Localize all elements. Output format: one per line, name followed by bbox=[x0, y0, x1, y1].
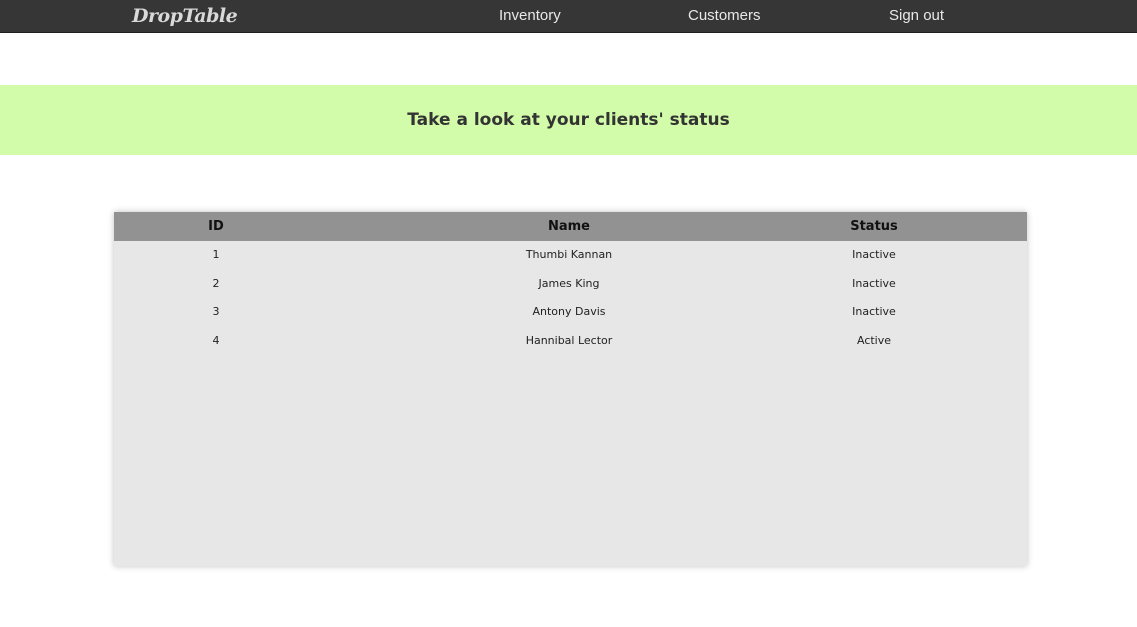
table-row: 2 James King Inactive bbox=[114, 270, 1027, 298]
clients-table: ID Name Status 1 Thumbi Kannan Inactive … bbox=[114, 212, 1027, 566]
cell-id: 4 bbox=[212, 334, 220, 347]
table-row: 4 Hannibal Lector Active bbox=[114, 327, 1027, 355]
page-title: Take a look at your clients' status bbox=[407, 110, 730, 130]
brand-logo[interactable]: DropTable bbox=[132, 5, 238, 27]
cell-name: Hannibal Lector bbox=[525, 334, 613, 347]
nav-link-inventory[interactable]: Inventory bbox=[499, 7, 561, 25]
status-banner: Take a look at your clients' status bbox=[0, 85, 1137, 155]
cell-status: Inactive bbox=[852, 248, 896, 261]
cell-id: 1 bbox=[212, 248, 220, 261]
navbar: DropTable Inventory Customers Sign out bbox=[0, 0, 1137, 33]
column-header-id: ID bbox=[208, 219, 224, 234]
cell-id: 3 bbox=[212, 305, 220, 318]
column-header-name: Name bbox=[547, 219, 590, 234]
table-header: ID Name Status bbox=[114, 212, 1027, 241]
nav-link-customers[interactable]: Customers bbox=[688, 7, 761, 25]
table-row: 3 Antony Davis Inactive bbox=[114, 298, 1027, 326]
cell-name: James King bbox=[538, 277, 600, 290]
cell-id: 2 bbox=[212, 277, 220, 290]
cell-status: Inactive bbox=[852, 277, 896, 290]
cell-status: Active bbox=[856, 334, 892, 347]
table-row: 1 Thumbi Kannan Inactive bbox=[114, 241, 1027, 269]
column-header-status: Status bbox=[850, 219, 898, 234]
cell-status: Inactive bbox=[852, 305, 896, 318]
nav-link-sign-out[interactable]: Sign out bbox=[889, 7, 944, 25]
cell-name: Antony Davis bbox=[532, 305, 606, 318]
cell-name: Thumbi Kannan bbox=[525, 248, 613, 261]
